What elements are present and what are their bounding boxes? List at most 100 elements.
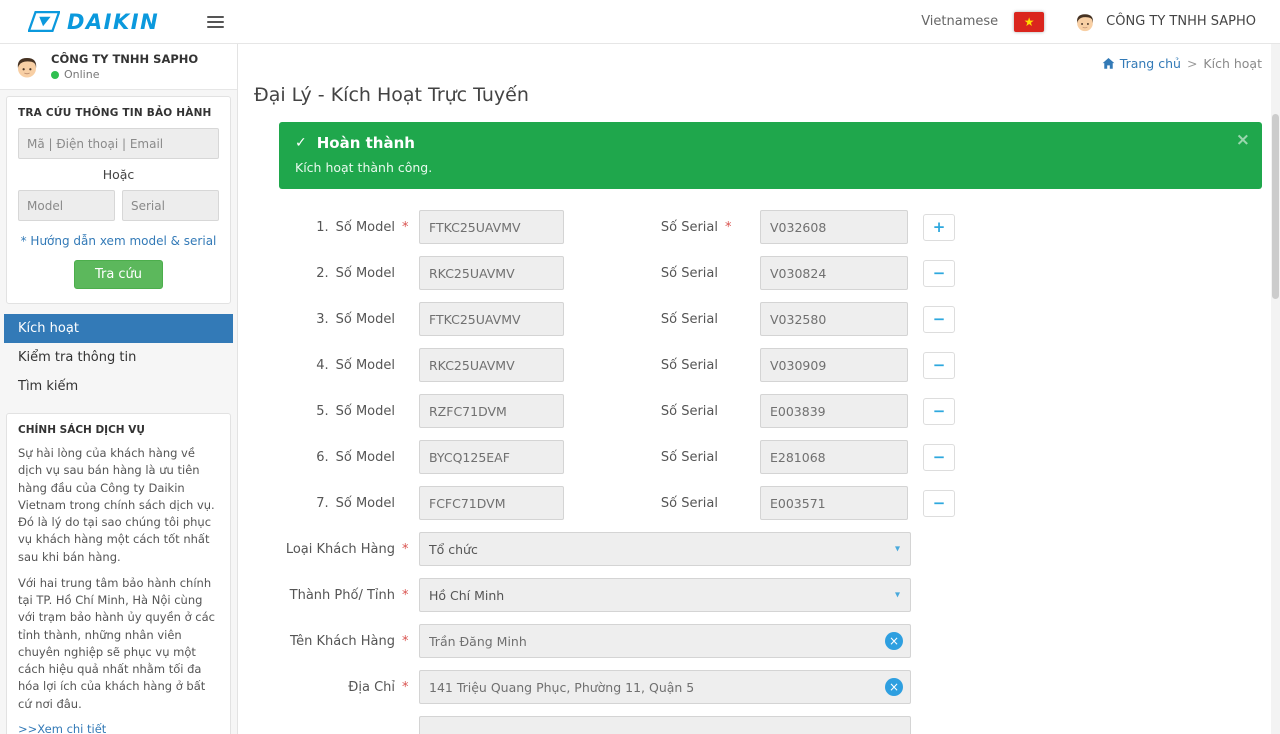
- serial-label: Số Serial: [564, 266, 732, 281]
- customer-type-select[interactable]: Tổ chức ▾: [419, 532, 911, 566]
- daikin-logo: DAIKIN: [28, 10, 159, 34]
- sidebar-item-kich-hoat[interactable]: Kích hoạt: [4, 314, 233, 343]
- address-label: Địa Chỉ *: [279, 680, 409, 695]
- success-alert: ✓ Hoàn thành Kích hoạt thành công. ×: [279, 122, 1262, 189]
- serial-input[interactable]: [760, 210, 908, 244]
- add-row-button[interactable]: +: [923, 214, 955, 241]
- row-number: 4.: [316, 358, 328, 373]
- alert-message: Kích hoạt thành công.: [295, 160, 1246, 175]
- model-serial-row: 3. Số Model Số Serial −: [279, 302, 1262, 336]
- row-number: 6.: [316, 450, 328, 465]
- breadcrumb-home-link[interactable]: Trang chủ: [1102, 56, 1181, 71]
- model-serial-row: 6. Số Model Số Serial −: [279, 440, 1262, 474]
- model-serial-guide-link[interactable]: * Hướng dẫn xem model & serial: [18, 234, 219, 248]
- model-label: 2. Số Model: [279, 266, 409, 281]
- serial-input[interactable]: [760, 302, 908, 336]
- required-asterisk: *: [725, 220, 732, 235]
- model-input[interactable]: [419, 394, 564, 428]
- serial-input[interactable]: [760, 440, 908, 474]
- sidebar-item-kiem-tra-thong-tin[interactable]: Kiểm tra thông tin: [4, 343, 233, 372]
- sidebar-menu: Kích hoạt Kiểm tra thông tin Tìm kiếm: [4, 314, 233, 401]
- remove-row-button[interactable]: −: [923, 490, 955, 517]
- model-serial-row: 5. Số Model Số Serial −: [279, 394, 1262, 428]
- serial-label: Số Serial: [564, 496, 732, 511]
- serial-label: Số Serial: [564, 404, 732, 419]
- city-row: Thành Phố/ Tỉnh * Hồ Chí Minh ▾: [279, 578, 1262, 612]
- remove-row-button[interactable]: −: [923, 260, 955, 287]
- partial-input[interactable]: [419, 716, 911, 734]
- serial-input[interactable]: [760, 394, 908, 428]
- vietnam-flag-icon[interactable]: ★: [1014, 12, 1044, 32]
- online-status: Online: [51, 68, 198, 81]
- clear-button[interactable]: ×: [885, 632, 903, 650]
- address-input[interactable]: [419, 670, 911, 704]
- serial-input[interactable]: [760, 348, 908, 382]
- profile-avatar: [12, 52, 42, 82]
- remove-row-button[interactable]: −: [923, 444, 955, 471]
- minus-icon: −: [933, 494, 946, 512]
- clear-icon: ×: [889, 681, 899, 693]
- close-icon: ×: [1236, 130, 1250, 150]
- model-input[interactable]: [419, 302, 564, 336]
- daikin-logo-text: DAIKIN: [67, 10, 159, 34]
- breadcrumb: Trang chủ > Kích hoạt: [254, 56, 1262, 71]
- user-avatar: [1072, 9, 1098, 35]
- model-serial-row: 2. Số Model Số Serial −: [279, 256, 1262, 290]
- model-input[interactable]: [419, 256, 564, 290]
- minus-icon: −: [933, 264, 946, 282]
- required-asterisk: *: [402, 634, 409, 649]
- search-button[interactable]: Tra cứu: [74, 260, 163, 289]
- model-serial-row: 7. Số Model Số Serial −: [279, 486, 1262, 520]
- row-number: 1.: [316, 220, 328, 235]
- model-input[interactable]: [419, 348, 564, 382]
- policy-heading: CHÍNH SÁCH DỊCH VỤ: [18, 424, 219, 436]
- required-asterisk: *: [402, 220, 409, 235]
- row-number: 5.: [316, 404, 328, 419]
- service-policy-panel: CHÍNH SÁCH DỊCH VỤ Sự hài lòng của khách…: [6, 413, 231, 734]
- sidebar-item-tim-kiem[interactable]: Tìm kiếm: [4, 372, 233, 401]
- serial-label: Số Serial: [564, 312, 732, 327]
- minus-icon: −: [933, 310, 946, 328]
- minus-icon: −: [933, 356, 946, 374]
- model-input[interactable]: [419, 440, 564, 474]
- remove-row-button[interactable]: −: [923, 306, 955, 333]
- policy-link-details[interactable]: >>Xem chi tiết: [18, 722, 219, 734]
- clear-button[interactable]: ×: [885, 678, 903, 696]
- hamburger-icon: [207, 16, 224, 18]
- page-title: Đại Lý - Kích Hoạt Trực Tuyến: [254, 84, 1262, 106]
- model-label: 6. Số Model: [279, 450, 409, 465]
- customer-name-input[interactable]: [419, 624, 911, 658]
- or-label: Hoặc: [18, 167, 219, 182]
- topbar-user-menu[interactable]: CÔNG TY TNHH SAPHO: [1072, 9, 1256, 35]
- required-asterisk: *: [402, 680, 409, 695]
- serial-input[interactable]: [760, 256, 908, 290]
- serial-label: Số Serial: [564, 358, 732, 373]
- model-input[interactable]: [419, 210, 564, 244]
- sidebar: CÔNG TY TNHH SAPHO Online TRA CỨU THÔNG …: [0, 44, 238, 734]
- model-input[interactable]: [419, 486, 564, 520]
- customer-name-row: Tên Khách Hàng * ×: [279, 624, 1262, 658]
- city-label: Thành Phố/ Tỉnh *: [279, 588, 409, 603]
- model-serial-row: 1. Số Model * Số Serial * +: [279, 210, 1262, 244]
- remove-row-button[interactable]: −: [923, 398, 955, 425]
- online-dot-icon: [51, 71, 59, 79]
- profile-panel: CÔNG TY TNHH SAPHO Online: [0, 44, 237, 90]
- row-number: 7.: [316, 496, 328, 511]
- remove-row-button[interactable]: −: [923, 352, 955, 379]
- menu-toggle-button[interactable]: [207, 16, 224, 28]
- model-lookup-input[interactable]: [18, 190, 115, 221]
- serial-lookup-input[interactable]: [122, 190, 219, 221]
- lookup-search-input[interactable]: [18, 128, 219, 159]
- city-select[interactable]: Hồ Chí Minh ▾: [419, 578, 911, 612]
- row-number: 3.: [316, 312, 328, 327]
- model-serial-row: 4. Số Model Số Serial −: [279, 348, 1262, 382]
- serial-input[interactable]: [760, 486, 908, 520]
- language-label[interactable]: Vietnamese: [921, 14, 998, 29]
- alert-close-button[interactable]: ×: [1236, 130, 1250, 150]
- home-icon: [1102, 57, 1115, 70]
- plus-icon: +: [933, 218, 946, 236]
- main-scrollbar-track[interactable]: [1271, 44, 1280, 734]
- partial-next-field-row: [279, 716, 1262, 734]
- customer-type-label: Loại Khách Hàng *: [279, 542, 409, 557]
- main-scrollbar-thumb[interactable]: [1272, 114, 1279, 299]
